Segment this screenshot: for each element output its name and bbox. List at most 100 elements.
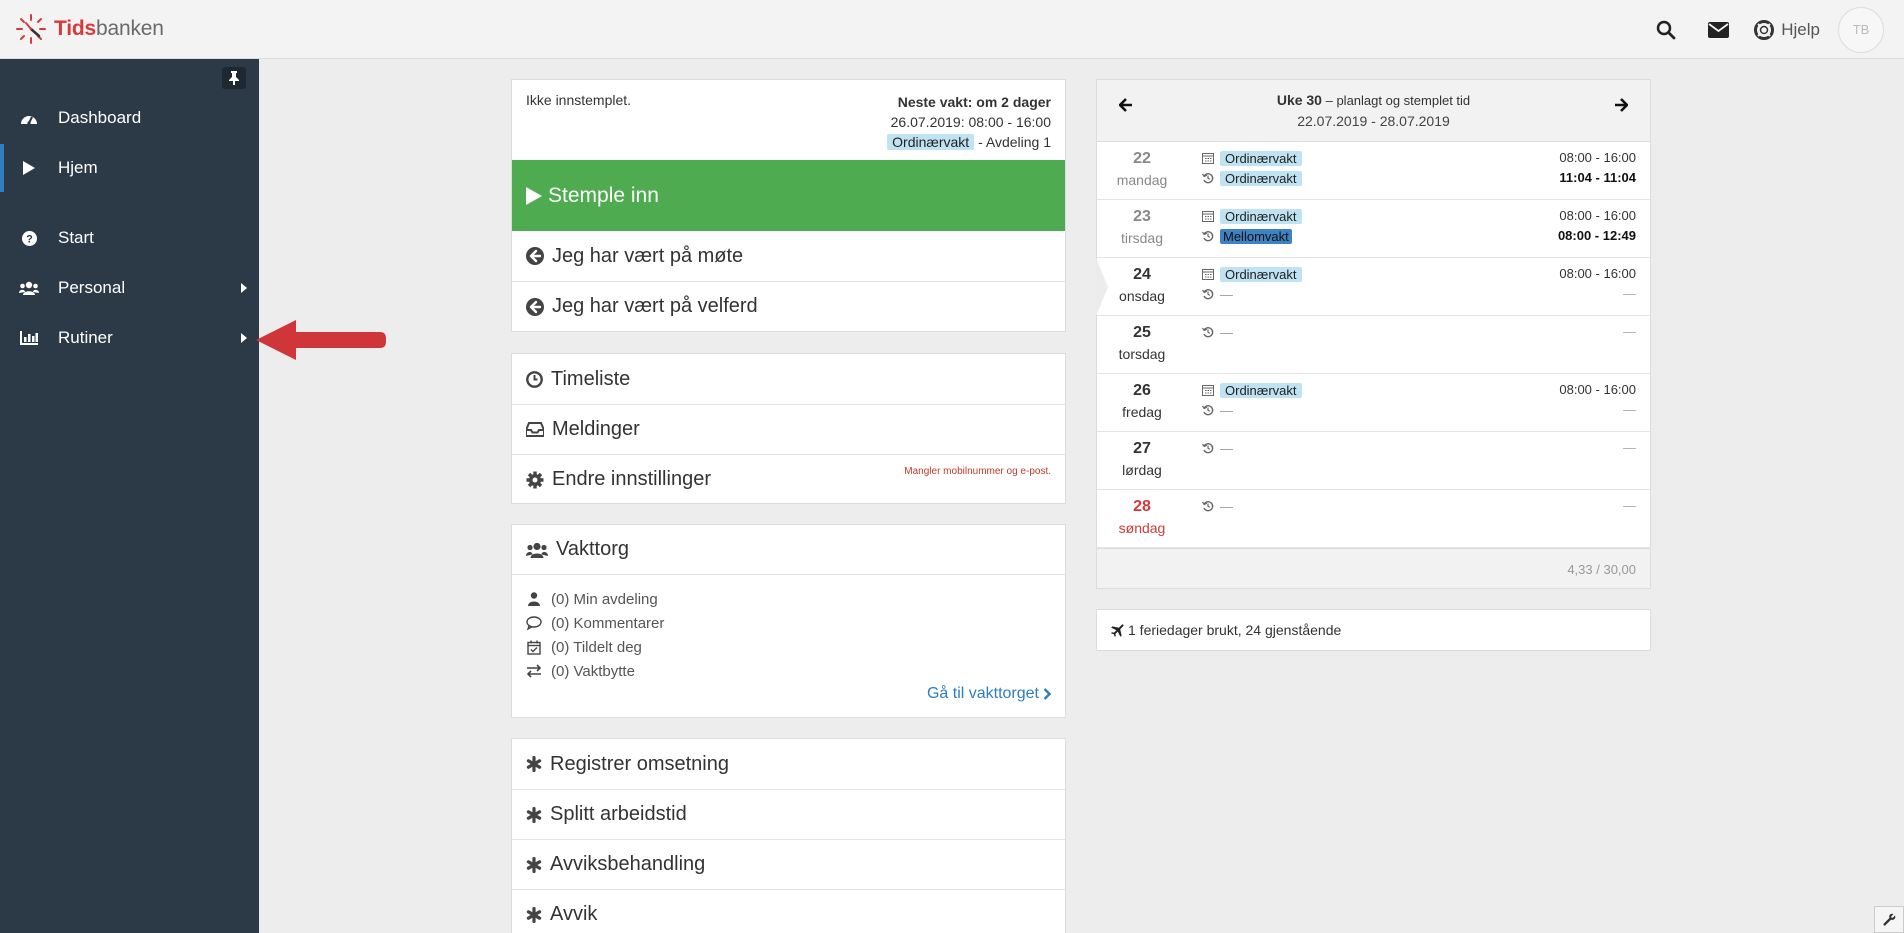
day-name: lørdag — [1122, 462, 1162, 478]
day-number: 25 — [1133, 324, 1151, 341]
vakttorg-header[interactable]: Vakttorg — [512, 525, 1065, 575]
logo-text: Tidsbanken — [54, 17, 164, 41]
day-row-wednesday-today[interactable]: 24 onsdag Ordinærvakt 08:00 - 16:00 — — — [1096, 258, 1650, 316]
history-icon — [1202, 173, 1214, 184]
envelope-icon — [1707, 21, 1729, 38]
day-name: torsdag — [1118, 346, 1166, 362]
week-title: Uke 30 – planlagt og stemplet tid — [1097, 92, 1650, 108]
asterisk-icon — [526, 756, 542, 772]
top-bar: Tidsbanken Hjelp TB — [0, 0, 1904, 59]
day-name: mandag — [1116, 172, 1168, 188]
go-to-vakttorg-link[interactable]: Gå til vakttorget — [927, 685, 1051, 703]
shift-type-badge: Ordinærvakt — [887, 134, 975, 150]
arrow-circle-left-icon — [526, 247, 544, 265]
split-worktime-button[interactable]: Splitt arbeidstid — [512, 789, 1065, 839]
planned-time: 08:00 - 16:00 — [1559, 208, 1636, 223]
pin-sidebar-button[interactable] — [222, 67, 246, 89]
day-row-friday[interactable]: 26 fredag Ordinærvakt 08:00 - 16:00 — — — [1097, 374, 1650, 432]
vakttorg-item-kommentarer[interactable]: (0) Kommentarer — [526, 611, 664, 635]
messages-link[interactable]: Meldinger — [512, 404, 1065, 454]
action-label: Registrer omsetning — [550, 752, 729, 775]
clocked-shift-badge: Mellomvakt — [1220, 228, 1292, 244]
week-date-range: 22.07.2019 - 28.07.2019 — [1297, 113, 1450, 129]
sidebar-item-start[interactable]: ? Start — [0, 214, 259, 262]
register-turnover-button[interactable]: Registrer omsetning — [512, 739, 1065, 789]
sidebar-item-personal[interactable]: Personal — [0, 264, 259, 312]
asterisk-icon — [526, 856, 542, 873]
comment-icon — [526, 616, 542, 630]
settings-warning: Mangler mobilnummer og e-post. — [904, 466, 1051, 477]
vakttorg-item-tildelt-deg[interactable]: (0) Tildelt deg — [526, 635, 664, 659]
sidebar-item-dashboard[interactable]: Dashboard — [0, 94, 259, 142]
user-icon — [528, 592, 540, 606]
timesheet-label: Timeliste — [551, 367, 631, 390]
day-row-sunday[interactable]: 28 søndag — — — [1097, 490, 1650, 548]
play-icon — [526, 186, 542, 205]
deviation-button[interactable]: Avvik — [512, 889, 1065, 933]
day-name: tirsdag — [1120, 230, 1164, 246]
links-panel: Timeliste Meldinger Endre innstillinger … — [511, 353, 1066, 504]
history-icon — [1202, 289, 1214, 300]
asterisk-icon — [526, 806, 542, 823]
settings-link[interactable]: Endre innstillinger Mangler mobilnummer … — [512, 454, 1065, 504]
vakttorg-item-vaktbytte[interactable]: (0) Vaktbytte — [526, 659, 664, 683]
deviation-handling-button[interactable]: Avviksbehandling — [512, 839, 1065, 889]
day-row-monday[interactable]: 22 mandag Ordinærvakt 08:00 - 16:00 Ordi… — [1097, 142, 1650, 200]
users-icon — [526, 542, 548, 558]
clocked-shift-badge: Ordinærvakt — [1220, 170, 1302, 186]
messages-button[interactable] — [1692, 0, 1744, 59]
action-label: Avvik — [550, 903, 598, 925]
day-row-saturday[interactable]: 27 lørdag — — — [1097, 432, 1650, 490]
chevron-right-icon — [1043, 688, 1051, 700]
svg-text:?: ? — [26, 233, 33, 245]
sidebar-item-rutiner[interactable]: Rutiner — [0, 314, 259, 362]
next-shift-label: Neste vakt: om 2 dager — [897, 94, 1051, 110]
arrow-right-icon — [1615, 98, 1629, 112]
planned-shift-badge: Ordinærvakt — [1220, 266, 1302, 282]
next-week-button[interactable] — [1614, 98, 1629, 117]
vakttorg-item-min-avdeling[interactable]: (0) Min avdeling — [526, 587, 664, 611]
next-shift-dept: - Avdeling 1 — [978, 134, 1051, 150]
day-row-tuesday[interactable]: 23 tirsdag Ordinærvakt 08:00 - 16:00 Mel… — [1097, 200, 1650, 258]
day-name: onsdag — [1119, 288, 1165, 304]
wrench-icon — [1882, 913, 1895, 926]
pin-icon — [229, 71, 239, 85]
clocked-shift-empty: — — [1220, 498, 1233, 514]
tools-button[interactable] — [1874, 906, 1904, 933]
logo-text-part1: Tids — [54, 17, 96, 40]
sidebar: Dashboard Hjem ? Start Personal Rutiner — [0, 59, 259, 933]
actions-panel: Registrer omsetning Splitt arbeidstid Av… — [511, 738, 1066, 933]
clock-status: Ikke innstemplet. — [526, 92, 632, 108]
clocked-time: 11:04 - 11:04 — [1559, 170, 1636, 185]
status-panel: Ikke innstemplet. Neste vakt: om 2 dager… — [511, 79, 1066, 332]
red-arrow-annotation — [256, 320, 386, 360]
welfare-button[interactable]: Jeg har vært på velferd — [512, 281, 1065, 331]
avatar[interactable]: TB — [1838, 6, 1884, 53]
tidsbanken-logo[interactable]: Tidsbanken — [14, 12, 164, 46]
timesheet-link[interactable]: Timeliste — [512, 354, 1065, 404]
day-number: 23 — [1133, 208, 1151, 225]
action-label: Avviksbehandling — [550, 853, 706, 875]
clock-icon — [526, 370, 543, 388]
plane-icon — [1111, 623, 1124, 637]
sidebar-item-hjem[interactable]: Hjem — [0, 144, 259, 192]
search-icon — [1657, 20, 1676, 39]
help-button[interactable]: Hjelp — [1744, 19, 1838, 40]
arrow-circle-left-icon — [526, 297, 544, 316]
help-label: Hjelp — [1781, 19, 1820, 39]
vakttorg-item-label: (0) Vaktbytte — [551, 662, 635, 680]
meeting-button[interactable]: Jeg har vært på møte — [512, 231, 1065, 281]
clock-in-button[interactable]: Stemple inn — [512, 160, 1065, 231]
clocked-shift-empty: — — [1220, 324, 1233, 340]
next-shift-info: Neste vakt: om 2 dager 26.07.2019: 08:00… — [887, 92, 1051, 152]
vakttorg-item-label: (0) Min avdeling — [551, 590, 658, 608]
caret-right-icon — [241, 283, 247, 293]
asterisk-icon — [526, 906, 542, 923]
vakttorg-item-label: (0) Tildelt deg — [551, 638, 642, 656]
week-number: Uke 30 — [1276, 92, 1322, 108]
week-hours-total: 4,33 / 30,00 — [1567, 562, 1636, 577]
sidebar-item-label: Hjem — [58, 158, 98, 177]
search-button[interactable] — [1640, 0, 1692, 59]
day-row-thursday[interactable]: 25 torsdag — — — [1097, 316, 1650, 374]
calendar-icon — [1202, 153, 1214, 164]
